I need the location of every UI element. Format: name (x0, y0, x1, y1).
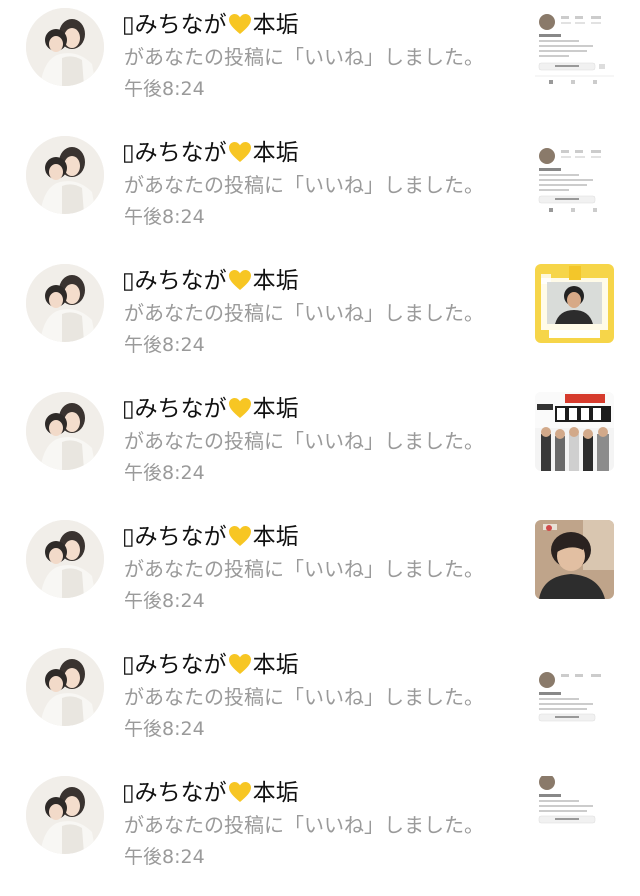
notification-item[interactable]: ▯みちなが 本垢 があなたの投稿に「いいね」しました。 午後8:24 (0, 0, 640, 128)
notification-item[interactable]: ▯みちなが 本垢 があなたの投稿に「いいね」しました。 午後8:24 (0, 640, 640, 768)
yellow-heart-icon (228, 270, 251, 290)
notification-time: 午後8:24 (124, 206, 205, 228)
user-name-prefix: ▯みちなが (122, 780, 227, 806)
user-name[interactable]: ▯みちなが 本垢 (122, 136, 299, 170)
notification-time: 午後8:24 (124, 846, 205, 868)
user-name-prefix: ▯みちなが (122, 524, 227, 550)
user-name-prefix: ▯みちなが (122, 652, 227, 678)
notification-time: 午後8:24 (124, 590, 205, 612)
user-name-suffix: 本垢 (252, 140, 299, 166)
yellow-heart-icon (228, 398, 251, 418)
user-name-prefix: ▯みちなが (122, 268, 227, 294)
user-name-suffix: 本垢 (252, 396, 299, 422)
avatar[interactable] (26, 264, 104, 342)
notification-message: があなたの投稿に「いいね」しました。 (124, 45, 484, 69)
notification-item[interactable]: ▯みちなが 本垢 があなたの投稿に「いいね」しました。 午後8:24 (0, 768, 640, 896)
user-name-prefix: ▯みちなが (122, 396, 227, 422)
yellow-heart-icon (228, 142, 251, 162)
yellow-heart-icon (228, 14, 251, 34)
user-name-prefix: ▯みちなが (122, 140, 227, 166)
notification-message: があなたの投稿に「いいね」しました。 (124, 301, 484, 325)
post-thumbnail[interactable] (535, 520, 614, 599)
avatar[interactable] (26, 392, 104, 470)
notification-message: があなたの投稿に「いいね」しました。 (124, 173, 484, 197)
user-name[interactable]: ▯みちなが 本垢 (122, 648, 299, 682)
user-name-suffix: 本垢 (252, 268, 299, 294)
notification-time: 午後8:24 (124, 78, 205, 100)
avatar[interactable] (26, 520, 104, 598)
notification-message: があなたの投稿に「いいね」しました。 (124, 813, 484, 837)
notification-item[interactable]: ▯みちなが 本垢 があなたの投稿に「いいね」しました。 午後8:24 (0, 512, 640, 640)
notification-time: 午後8:24 (124, 462, 205, 484)
user-name-suffix: 本垢 (252, 12, 299, 38)
notification-message: があなたの投稿に「いいね」しました。 (124, 685, 484, 709)
notification-message: があなたの投稿に「いいね」しました。 (124, 557, 484, 581)
avatar[interactable] (26, 776, 104, 854)
post-thumbnail[interactable] (535, 8, 614, 87)
notification-item[interactable]: ▯みちなが 本垢 があなたの投稿に「いいね」しました。 午後8:24 (0, 384, 640, 512)
user-name-prefix: ▯みちなが (122, 12, 227, 38)
user-name[interactable]: ▯みちなが 本垢 (122, 776, 299, 810)
post-thumbnail[interactable] (535, 648, 614, 727)
notification-message: があなたの投稿に「いいね」しました。 (124, 429, 484, 453)
post-thumbnail[interactable] (535, 264, 614, 343)
avatar[interactable] (26, 648, 104, 726)
post-thumbnail[interactable] (535, 392, 614, 471)
post-thumbnail[interactable] (535, 136, 614, 215)
user-name-suffix: 本垢 (252, 780, 299, 806)
user-name[interactable]: ▯みちなが 本垢 (122, 392, 299, 426)
notification-item[interactable]: ▯みちなが 本垢 があなたの投稿に「いいね」しました。 午後8:24 (0, 128, 640, 256)
notification-time: 午後8:24 (124, 334, 205, 356)
yellow-heart-icon (228, 782, 251, 802)
notification-item[interactable]: ▯みちなが 本垢 があなたの投稿に「いいね」しました。 午後8:24 (0, 256, 640, 384)
post-thumbnail[interactable] (535, 776, 614, 855)
user-name[interactable]: ▯みちなが 本垢 (122, 264, 299, 298)
user-name[interactable]: ▯みちなが 本垢 (122, 8, 299, 42)
user-name-suffix: 本垢 (252, 652, 299, 678)
yellow-heart-icon (228, 526, 251, 546)
avatar[interactable] (26, 136, 104, 214)
notification-time: 午後8:24 (124, 718, 205, 740)
avatar[interactable] (26, 8, 104, 86)
user-name-suffix: 本垢 (252, 524, 299, 550)
user-name[interactable]: ▯みちなが 本垢 (122, 520, 299, 554)
yellow-heart-icon (228, 654, 251, 674)
